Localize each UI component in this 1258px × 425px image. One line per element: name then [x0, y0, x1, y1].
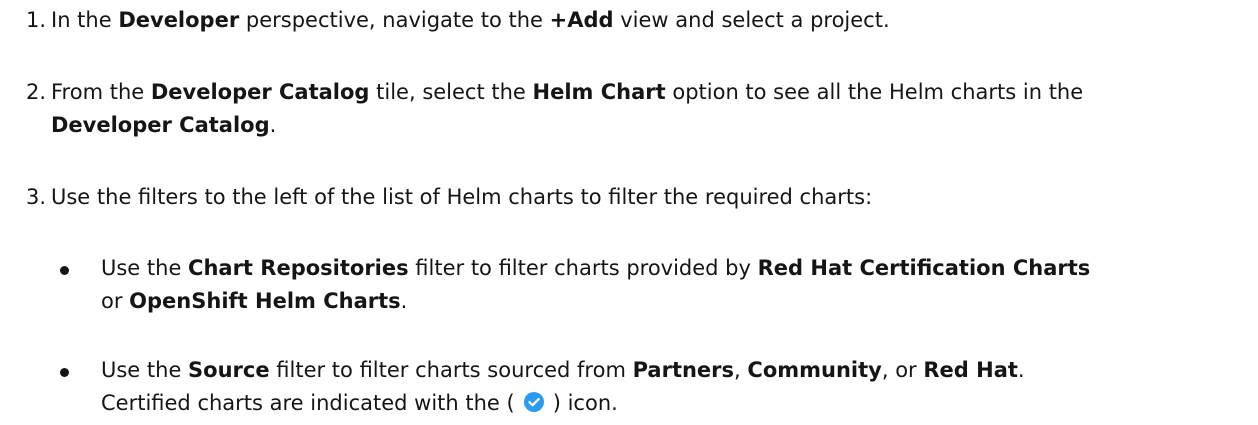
text-segment: ,: [734, 358, 748, 382]
text-segment: .: [269, 113, 277, 137]
certified-badge-icon: [523, 390, 545, 423]
procedure-document: 1. In the Developer perspective, navigat…: [0, 0, 1258, 425]
text-segment: or: [101, 289, 130, 313]
text-segment: perspective, navigate to the: [239, 8, 550, 32]
text-segment: From the: [51, 80, 151, 104]
text-segment: In the: [51, 8, 119, 32]
bullet-marker: [60, 368, 69, 377]
text-segment: , or: [881, 358, 924, 382]
text-segment: ) icon.: [552, 391, 618, 415]
ui-term-chart-repositories: Chart Repositories: [188, 256, 409, 280]
ui-term-developer-catalog: Developer Catalog: [51, 113, 270, 137]
step-text: From the Developer Catalog tile, select …: [51, 76, 1245, 142]
ui-term-developer-catalog: Developer Catalog: [150, 80, 370, 104]
text-segment: .: [400, 289, 408, 313]
ui-term-source: Source: [188, 358, 270, 382]
ui-term-partners: Partners: [632, 358, 735, 382]
ui-term-developer: Developer: [118, 8, 240, 32]
text-segment: Use the: [101, 358, 189, 382]
step-text: Use the filters to the left of the list …: [51, 181, 1245, 214]
step-1: 1. In the Developer perspective, navigat…: [0, 4, 1245, 37]
text-segment: filter to filter charts sourced from: [269, 358, 633, 382]
step-number: 3.: [25, 185, 46, 209]
text-segment: view and select a project.: [613, 8, 890, 32]
ui-term-red-hat-certification-charts: Red Hat Certification Charts: [757, 256, 1091, 280]
text-segment: filter to filter charts provided by: [408, 256, 758, 280]
step-number: 2.: [25, 80, 46, 104]
text-segment: .: [1017, 358, 1025, 382]
step-2: 2. From the Developer Catalog tile, sele…: [0, 76, 1245, 142]
text-segment: tile, select the: [369, 80, 533, 104]
substep-text: Use the Chart Repositories filter to fil…: [101, 252, 1245, 318]
step-3: 3. Use the filters to the left of the li…: [0, 181, 1245, 214]
ui-term-openshift-helm-charts: OpenShift Helm Charts: [129, 289, 401, 313]
substep-text: Use the Source filter to filter charts s…: [101, 354, 1245, 423]
substep-chart-repositories: Use the Chart Repositories filter to fil…: [0, 252, 1245, 318]
bullet-marker: [60, 266, 69, 275]
text-segment: Use the: [101, 256, 189, 280]
substep-source: Use the Source filter to filter charts s…: [0, 354, 1245, 423]
text-segment: Certified charts are indicated with the …: [101, 391, 515, 415]
step-text: In the Developer perspective, navigate t…: [51, 4, 1245, 37]
ui-term-add: +Add: [549, 8, 614, 32]
certified-badge-circle: [523, 392, 544, 412]
text-segment: Use the filters to the left of the list …: [51, 185, 873, 209]
ui-term-helm-chart: Helm Chart: [532, 80, 666, 104]
step-number: 1.: [25, 8, 46, 32]
text-segment: option to see all the Helm charts in the: [665, 80, 1084, 104]
ui-term-community: Community: [747, 358, 882, 382]
ui-term-red-hat: Red Hat: [923, 358, 1018, 382]
